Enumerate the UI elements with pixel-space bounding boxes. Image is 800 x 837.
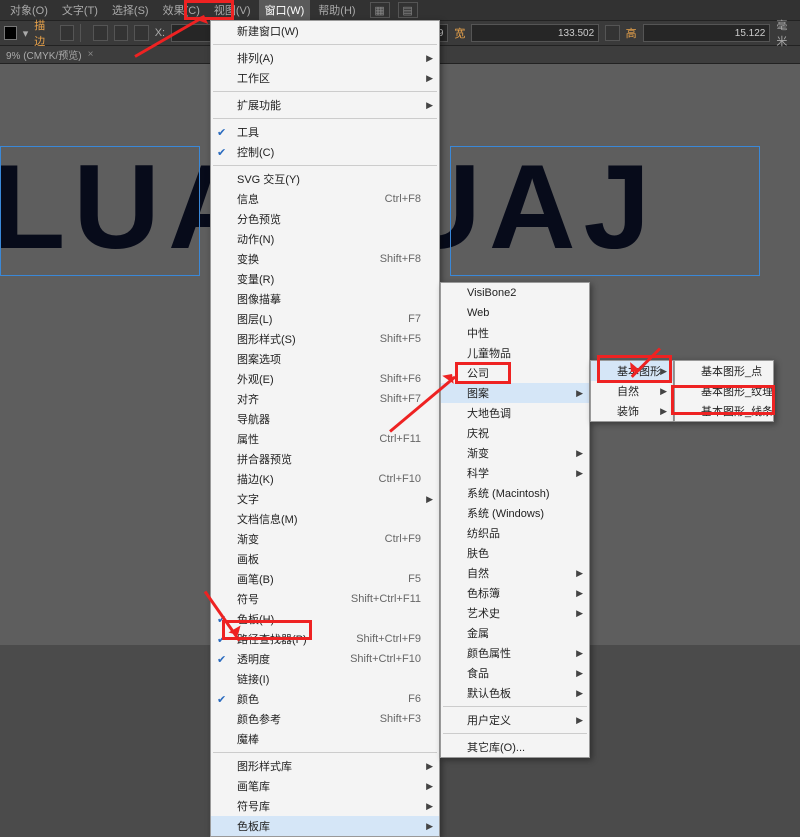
- annotation-box: [671, 385, 775, 415]
- menu-item[interactable]: 扩展功能▶: [211, 95, 439, 115]
- annotation-box: [597, 355, 672, 383]
- width-label: 宽: [454, 25, 465, 41]
- menu-item[interactable]: 拼合器预览: [211, 449, 439, 469]
- height-label: 高: [626, 25, 637, 41]
- menu-item[interactable]: 动作(N): [211, 229, 439, 249]
- anchor-icon[interactable]: [134, 25, 148, 41]
- menu-item[interactable]: 艺术史▶: [441, 603, 589, 623]
- menu-item[interactable]: 魔棒: [211, 729, 439, 749]
- menu-item[interactable]: SVG 交互(Y): [211, 169, 439, 189]
- menu-item[interactable]: 画笔库▶: [211, 776, 439, 796]
- annotation-box: [222, 620, 312, 640]
- annotation-box: [184, 0, 234, 20]
- stroke-swatch[interactable]: [60, 25, 74, 41]
- menu-window[interactable]: 窗口(W): [259, 0, 311, 20]
- menu-item[interactable]: 变量(R): [211, 269, 439, 289]
- window-menu: 新建窗口(W) 排列(A)▶工作区▶ 扩展功能▶ ✔工具✔控制(C) SVG 交互(Y)…: [210, 20, 440, 837]
- menu-item[interactable]: 链接(I): [211, 669, 439, 689]
- menu-item[interactable]: ✔颜色F6: [211, 689, 439, 709]
- menu-item[interactable]: 儿童物品: [441, 343, 589, 363]
- menu-item[interactable]: 用户定义▶: [441, 710, 589, 730]
- menu-item[interactable]: 图形样式(S)Shift+F5: [211, 329, 439, 349]
- menu-select[interactable]: 选择(S): [106, 0, 155, 20]
- w-field[interactable]: [471, 24, 599, 42]
- menu-item[interactable]: 图形样式库▶: [211, 756, 439, 776]
- fill-swatch[interactable]: [4, 26, 17, 40]
- annotation-box: [455, 362, 511, 384]
- menu-item[interactable]: 图案▶: [441, 383, 589, 403]
- menu-item[interactable]: 工作区▶: [211, 68, 439, 88]
- menu-item[interactable]: ✔透明度Shift+Ctrl+F10: [211, 649, 439, 669]
- menubar: 对象(O) 文字(T) 选择(S) 效果(C) 视图(V) 窗口(W) 帮助(H…: [0, 0, 800, 20]
- menu-item[interactable]: 默认色板▶: [441, 683, 589, 703]
- menu-item[interactable]: 外观(E)Shift+F6: [211, 369, 439, 389]
- link-icon[interactable]: [605, 25, 619, 41]
- menu-item[interactable]: 符号库▶: [211, 796, 439, 816]
- menu-item[interactable]: 信息Ctrl+F8: [211, 189, 439, 209]
- menu-item[interactable]: 基本图形_点: [675, 361, 773, 381]
- menu-item[interactable]: 肤色: [441, 543, 589, 563]
- menu-item[interactable]: 分色预览: [211, 209, 439, 229]
- selection-box: [450, 146, 760, 276]
- selection-box: [0, 146, 200, 276]
- menu-help[interactable]: 帮助(H): [312, 0, 361, 20]
- menu-item[interactable]: 金属: [441, 623, 589, 643]
- menu-item[interactable]: 文档信息(M): [211, 509, 439, 529]
- zoom-label: 9% (CMYK/预览): [6, 47, 82, 62]
- layout2-icon[interactable]: ▤: [398, 2, 418, 18]
- menu-item[interactable]: VisiBone2: [441, 283, 589, 303]
- h-field[interactable]: [643, 24, 771, 42]
- menu-item[interactable]: 色标簿▶: [441, 583, 589, 603]
- menu-item[interactable]: 符号Shift+Ctrl+F11: [211, 589, 439, 609]
- align-icon[interactable]: [93, 25, 107, 41]
- menu-item[interactable]: 画笔(B)F5: [211, 569, 439, 589]
- menu-item[interactable]: ✔工具: [211, 122, 439, 142]
- menu-item[interactable]: 系统 (Windows): [441, 503, 589, 523]
- menu-item[interactable]: 系统 (Macintosh): [441, 483, 589, 503]
- menu-item[interactable]: 自然▶: [591, 381, 673, 401]
- menu-item[interactable]: 颜色属性▶: [441, 643, 589, 663]
- layout-icon[interactable]: ▦: [370, 2, 390, 18]
- menu-item[interactable]: 图像描摹: [211, 289, 439, 309]
- menu-item[interactable]: 食品▶: [441, 663, 589, 683]
- menu-item[interactable]: 文字▶: [211, 489, 439, 509]
- menu-item[interactable]: 中性: [441, 323, 589, 343]
- menu-item[interactable]: 大地色调: [441, 403, 589, 423]
- menu-item[interactable]: Web: [441, 303, 589, 323]
- menu-item[interactable]: 纺织品: [441, 523, 589, 543]
- menu-item[interactable]: 对齐Shift+F7: [211, 389, 439, 409]
- menu-item[interactable]: 科学▶: [441, 463, 589, 483]
- transform-icon[interactable]: [114, 25, 128, 41]
- menu-item[interactable]: 装饰▶: [591, 401, 673, 421]
- menu-item[interactable]: 属性Ctrl+F11: [211, 429, 439, 449]
- stroke-label: 描边: [34, 17, 54, 49]
- menu-item[interactable]: 渐变Ctrl+F9: [211, 529, 439, 549]
- swatch-lib-menu: VisiBone2Web中性儿童物品公司图案▶大地色调庆祝渐变▶科学▶系统 (M…: [440, 282, 590, 758]
- menu-item[interactable]: 其它库(O)...: [441, 737, 589, 757]
- menu-item[interactable]: 图案选项: [211, 349, 439, 369]
- menu-item[interactable]: 新建窗口(W): [211, 21, 439, 41]
- menu-item[interactable]: 描边(K)Ctrl+F10: [211, 469, 439, 489]
- menu-item[interactable]: 画板: [211, 549, 439, 569]
- menu-item[interactable]: 自然▶: [441, 563, 589, 583]
- unit-label: 毫米: [776, 17, 796, 49]
- menu-item[interactable]: 庆祝: [441, 423, 589, 443]
- menu-item[interactable]: 变换Shift+F8: [211, 249, 439, 269]
- menu-item[interactable]: 图层(L)F7: [211, 309, 439, 329]
- menu-item[interactable]: 颜色参考Shift+F3: [211, 709, 439, 729]
- menu-item[interactable]: 色板库▶: [211, 816, 439, 836]
- menu-type[interactable]: 文字(T): [56, 0, 104, 20]
- menu-item[interactable]: ✔控制(C): [211, 142, 439, 162]
- menu-item[interactable]: 渐变▶: [441, 443, 589, 463]
- menu-item[interactable]: 排列(A)▶: [211, 48, 439, 68]
